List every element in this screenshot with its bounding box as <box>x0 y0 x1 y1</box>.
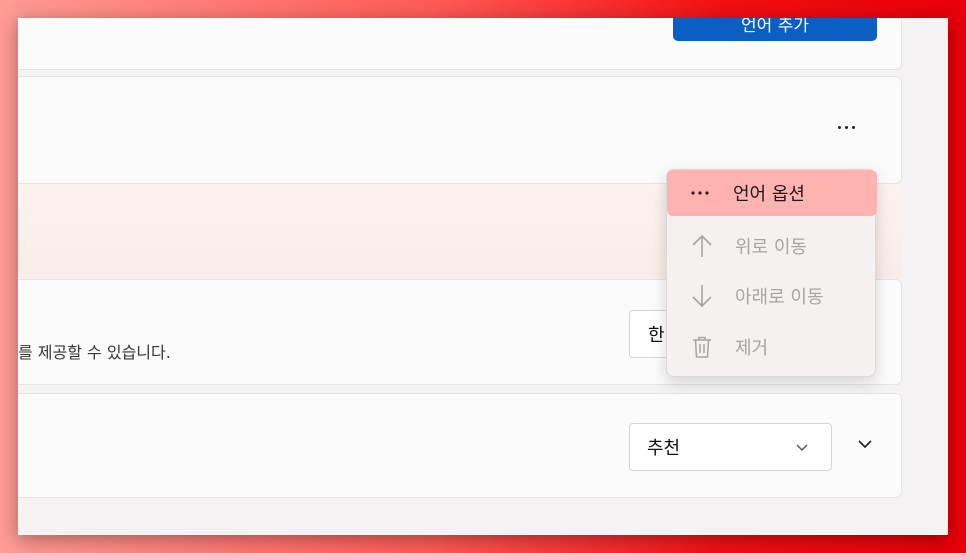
chevron-down-icon <box>795 438 809 459</box>
display-language-description: 를 제공할 수 있습니다. <box>18 343 171 362</box>
arrow-down-icon <box>689 283 715 309</box>
arrow-up-icon <box>689 233 715 259</box>
add-language-label: 언어 추가 <box>741 18 809 36</box>
settings-window: 언어 추가 를 제공할 수 있습니다. 한 추천 언어 옵션 위로 이동 아래로… <box>18 18 948 535</box>
language-item-card <box>18 76 902 184</box>
menu-item-label: 위로 이동 <box>735 237 807 258</box>
trash-icon <box>689 335 715 359</box>
display-language-select-value: 한 <box>648 325 665 346</box>
chevron-down-icon <box>856 435 874 457</box>
recommended-select-value: 추천 <box>647 438 681 459</box>
menu-item-move-up[interactable]: 위로 이동 <box>669 223 877 269</box>
expand-button[interactable] <box>850 433 880 459</box>
recommended-select[interactable]: 추천 <box>629 423 832 471</box>
add-language-button[interactable]: 언어 추가 <box>673 18 877 41</box>
more-horizontal-icon <box>836 125 857 129</box>
menu-item-label: 언어 옵션 <box>733 184 805 205</box>
menu-item-remove[interactable]: 제거 <box>669 324 877 370</box>
language-context-menu: 언어 옵션 위로 이동 아래로 이동 제거 <box>666 169 877 377</box>
menu-item-label: 제거 <box>735 338 769 359</box>
language-more-options-button[interactable] <box>831 115 861 139</box>
menu-item-label: 아래로 이동 <box>735 287 824 308</box>
more-horizontal-icon <box>687 190 713 196</box>
menu-item-language-options[interactable]: 언어 옵션 <box>667 170 877 216</box>
menu-item-move-down[interactable]: 아래로 이동 <box>669 273 877 319</box>
